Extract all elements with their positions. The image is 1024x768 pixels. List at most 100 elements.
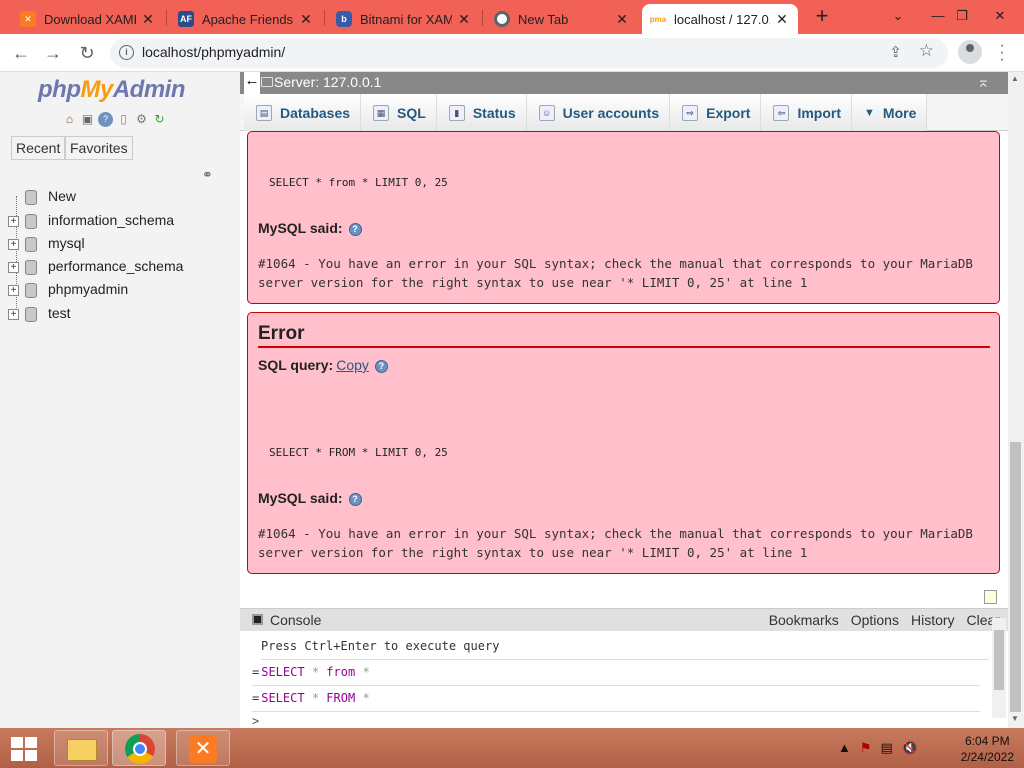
menu-label: SQL: [397, 104, 426, 121]
tree-item-label[interactable]: information_schema: [48, 212, 174, 228]
menu-more[interactable]: ▼ More: [852, 94, 928, 131]
recent-tab[interactable]: Recent: [11, 136, 66, 160]
close-tab-icon[interactable]: ✕: [140, 11, 156, 28]
console-title[interactable]: Console: [270, 612, 321, 628]
settings-gear-icon[interactable]: ⚙: [134, 112, 149, 127]
collapse-top-menu-icon[interactable]: ⌅: [977, 72, 990, 92]
xampp-icon[interactable]: ✕: [176, 730, 230, 766]
console-history-entry[interactable]: = SELECT * FROM *: [252, 686, 980, 712]
reload-icon[interactable]: ↻: [74, 40, 100, 66]
console-input[interactable]: >: [252, 714, 259, 728]
tab-separator: [166, 10, 167, 26]
clock-date: 2/24/2022: [960, 750, 1014, 764]
console-bookmarks-link[interactable]: Bookmarks: [769, 612, 839, 628]
menu-status[interactable]: ▮ Status: [436, 94, 527, 131]
close-tab-icon[interactable]: ✕: [456, 11, 472, 28]
tree-item-label[interactable]: New: [48, 188, 76, 204]
xampp-logo: ✕: [189, 735, 217, 763]
tab-search-icon[interactable]: ⌄: [878, 2, 918, 30]
file-explorer-icon[interactable]: [54, 730, 108, 766]
error-message-box: Error SQL query: Copy? SELECT * FROM * LI…: [247, 312, 1000, 574]
start-logo-pane: [25, 737, 37, 748]
link-with-main-panel-icon[interactable]: ⚭: [202, 167, 213, 183]
close-tab-icon[interactable]: ✕: [298, 11, 314, 28]
expand-icon[interactable]: +: [8, 239, 19, 250]
profile-avatar[interactable]: [958, 40, 982, 64]
entry-marker: =: [252, 691, 260, 705]
tab-download-xampp[interactable]: ✕ Download XAMPP ✕: [12, 4, 164, 34]
sql-keyword: SELECT: [261, 665, 305, 679]
page-scrollbar[interactable]: ▲ ▼: [1008, 72, 1024, 728]
share-icon[interactable]: ⇪: [889, 43, 902, 61]
close-tab-icon[interactable]: ✕: [774, 11, 790, 28]
menu-export[interactable]: ⇨ Export: [670, 94, 762, 131]
menu-databases[interactable]: ▤ Databases: [244, 94, 362, 131]
page-scrollbar-thumb[interactable]: [1010, 442, 1021, 712]
back-icon[interactable]: ←: [8, 40, 34, 66]
server-breadcrumb[interactable]: Server: 127.0.0.1: [274, 74, 381, 90]
tab-apache-friends[interactable]: AF Apache Friends Support ✕: [170, 4, 322, 34]
new-tab-button[interactable]: +: [810, 5, 834, 29]
console-history-entry[interactable]: = SELECT * from *: [252, 660, 980, 686]
menu-user-accounts[interactable]: ☺ User accounts: [526, 94, 671, 131]
console-scrollbar[interactable]: [992, 618, 1006, 718]
close-tab-icon[interactable]: ✕: [614, 11, 630, 28]
sql-query-text: SQL query:: [258, 357, 334, 373]
phpmyadmin-icon: pma: [650, 11, 666, 27]
docs-icon[interactable]: ▯: [116, 112, 131, 127]
tree-item-label[interactable]: performance_schema: [48, 258, 183, 274]
help-icon[interactable]: ?: [374, 359, 388, 373]
expand-icon[interactable]: +: [8, 262, 19, 273]
more-icon: ▼: [864, 106, 875, 119]
help-icon[interactable]: ?: [348, 492, 362, 506]
folder-shape: [67, 739, 97, 761]
sql-keyword: from: [326, 665, 356, 679]
tab-bitnami[interactable]: b Bitnami for XAMPP ✕: [328, 4, 480, 34]
url-text[interactable]: localhost/phpmyadmin/: [142, 44, 285, 60]
volume-muted-icon[interactable]: 🔇: [902, 740, 918, 756]
expand-icon[interactable]: +: [8, 285, 19, 296]
restore-icon[interactable]: ❐: [942, 2, 982, 30]
page-messages-icon[interactable]: [984, 590, 997, 604]
scroll-down-arrow-icon[interactable]: ▼: [1011, 714, 1019, 723]
menu-sql[interactable]: ▦ SQL: [361, 94, 437, 131]
tab-new-tab[interactable]: New Tab ✕: [486, 4, 638, 34]
expand-icon[interactable]: +: [8, 309, 19, 320]
tree-item-label[interactable]: test: [48, 305, 71, 321]
browser-menu-icon[interactable]: · · ·: [995, 38, 1009, 68]
tree-item-label[interactable]: phpmyadmin: [48, 281, 128, 297]
console-scrollbar-thumb[interactable]: [994, 630, 1004, 690]
network-icon[interactable]: ▤: [881, 740, 893, 756]
tab-localhost[interactable]: pma localhost / 127.0.0.1 ✕: [642, 4, 798, 34]
copy-link[interactable]: Copy: [336, 357, 369, 373]
tree-item-label[interactable]: mysql: [48, 235, 85, 251]
action-center-flag-icon[interactable]: ⚑: [860, 740, 872, 756]
taskbar-clock[interactable]: 6:04 PM 2/24/2022: [961, 733, 1014, 765]
help-icon[interactable]: ?: [98, 112, 113, 127]
scroll-up-arrow-icon[interactable]: ▲: [1011, 74, 1019, 83]
site-info-icon[interactable]: i: [119, 45, 134, 60]
collapse-sidebar-icon[interactable]: ←: [244, 72, 260, 94]
tab-separator: [324, 10, 325, 26]
clock-time: 6:04 PM: [964, 734, 1010, 748]
chrome-icon[interactable]: [112, 730, 166, 766]
logout-icon[interactable]: ▣: [80, 112, 95, 127]
bookmark-star-icon[interactable]: ☆: [919, 41, 934, 61]
help-icon[interactable]: ?: [348, 222, 362, 236]
reload-navigation-icon[interactable]: ↻: [152, 112, 167, 127]
forward-icon[interactable]: →: [40, 40, 66, 66]
console-history-link[interactable]: History: [911, 612, 955, 628]
console-options-link[interactable]: Options: [851, 612, 899, 628]
menu-import[interactable]: ⇦ Import: [761, 94, 853, 131]
windows-start-icon[interactable]: [8, 734, 40, 762]
close-window-icon[interactable]: ✕: [980, 2, 1020, 30]
address-bar[interactable]: i localhost/phpmyadmin/ ⇪ ☆: [110, 38, 948, 68]
expand-icon[interactable]: +: [8, 216, 19, 227]
console-header[interactable]: Console Bookmarks Options History Clear: [240, 608, 1008, 631]
show-hidden-icons-icon[interactable]: ▲: [838, 740, 851, 756]
phpmyadmin-logo[interactable]: phpMyAdmin: [38, 76, 186, 104]
home-icon[interactable]: ⌂: [62, 112, 77, 127]
favorites-tab[interactable]: Favorites: [65, 136, 133, 160]
apache-friends-icon: AF: [178, 11, 194, 27]
database-icon: [22, 260, 38, 275]
